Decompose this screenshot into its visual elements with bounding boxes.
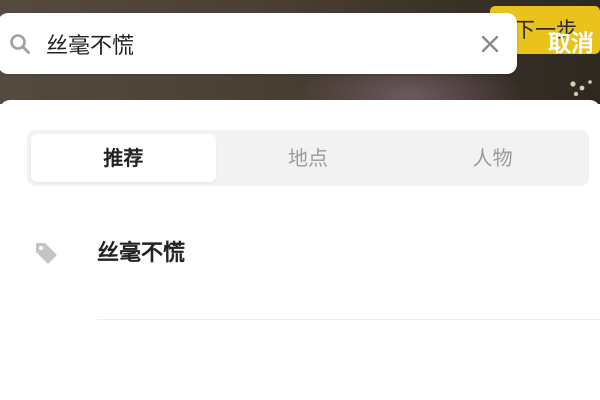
- tab-places[interactable]: 地点: [216, 134, 401, 182]
- close-icon[interactable]: [480, 34, 500, 54]
- results-panel: 推荐 地点 人物 丝毫不慌: [0, 100, 600, 400]
- background-decoration: [570, 80, 592, 97]
- category-tabs: 推荐 地点 人物: [27, 130, 589, 186]
- search-bar: [0, 13, 517, 74]
- cancel-button[interactable]: 取消: [548, 26, 594, 62]
- divider: [97, 319, 600, 320]
- tab-recommended[interactable]: 推荐: [31, 134, 216, 182]
- search-input[interactable]: [46, 23, 456, 65]
- list-item[interactable]: 丝毫不慌: [0, 230, 600, 280]
- search-icon: [10, 34, 30, 54]
- suggestion-label: 丝毫不慌: [97, 241, 186, 266]
- search-screen: 下一步 取消 推荐 地点 人物 丝毫不慌: [0, 0, 600, 400]
- tag-icon: [36, 243, 57, 264]
- tab-people[interactable]: 人物: [400, 134, 585, 182]
